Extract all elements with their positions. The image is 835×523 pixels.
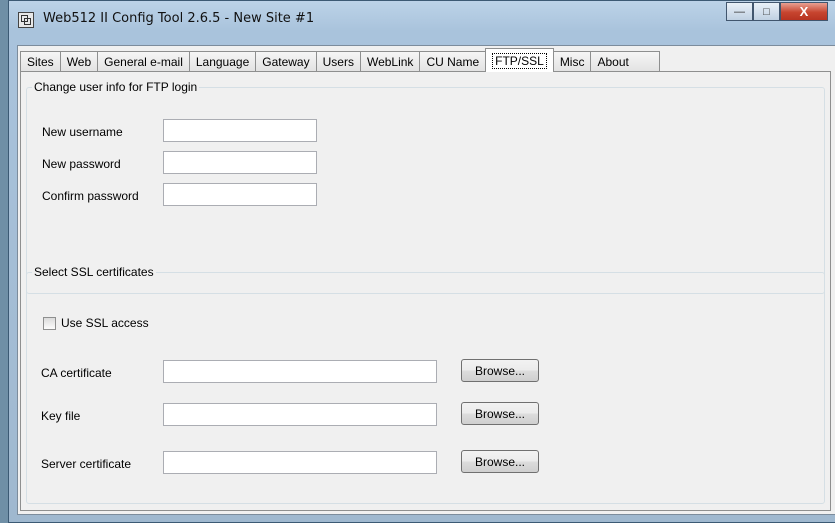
server-certificate-label: Server certificate	[41, 457, 132, 471]
tab-misc[interactable]: Misc	[552, 51, 592, 72]
tab-about[interactable]: About	[590, 51, 660, 72]
client-area: Sites Web General e-mail Language Gatewa…	[17, 45, 835, 515]
app-icon[interactable]	[18, 12, 34, 28]
tab-users[interactable]: Users	[315, 51, 361, 72]
ca-certificate-field[interactable]	[163, 360, 437, 383]
ftp-group-legend: Change user info for FTP login	[32, 80, 200, 94]
key-browse-button[interactable]: Browse...	[461, 402, 539, 425]
tab-cu-name[interactable]: CU Name	[419, 51, 487, 72]
maximize-button[interactable]: □	[753, 2, 780, 21]
tab-weblink[interactable]: WebLink	[359, 51, 421, 72]
username-field[interactable]	[163, 119, 317, 142]
key-file-label: Key file	[41, 409, 81, 423]
password-field[interactable]	[163, 151, 317, 174]
tab-gateway[interactable]: Gateway	[255, 51, 317, 72]
app-window: Web512 II Config Tool 2.6.5 - New Site #…	[8, 0, 835, 523]
confirm-password-field[interactable]	[163, 183, 317, 206]
password-label: New password	[42, 157, 121, 171]
server-certificate-field[interactable]	[163, 451, 437, 474]
tab-language[interactable]: Language	[188, 51, 257, 72]
tab-sites[interactable]: Sites	[20, 51, 61, 72]
close-button[interactable]: X	[780, 2, 828, 21]
ftp-login-group: Change user info for FTP login	[26, 80, 825, 294]
tab-ftp-ssl[interactable]: FTP/SSL	[485, 48, 554, 72]
minimize-button[interactable]: —	[726, 2, 753, 21]
title-bar[interactable]: Web512 II Config Tool 2.6.5 - New Site #…	[9, 1, 835, 45]
use-ssl-label: Use SSL access	[61, 316, 149, 330]
ftp-ssl-page: Change user info for FTP login New usern…	[20, 71, 831, 511]
tab-general-email[interactable]: General e-mail	[97, 51, 190, 72]
use-ssl-checkbox[interactable]	[43, 317, 56, 330]
ca-browse-button[interactable]: Browse...	[461, 359, 539, 382]
window-title: Web512 II Config Tool 2.6.5 - New Site #…	[43, 11, 315, 26]
ca-certificate-label: CA certificate	[41, 366, 112, 380]
ssl-group-legend: Select SSL certificates	[32, 265, 156, 279]
username-label: New username	[42, 125, 123, 139]
tab-strip: Sites Web General e-mail Language Gatewa…	[20, 48, 660, 72]
server-browse-button[interactable]: Browse...	[461, 450, 539, 473]
caption-buttons: — □ X	[726, 2, 828, 21]
confirm-password-label: Confirm password	[42, 189, 139, 203]
tab-web[interactable]: Web	[59, 51, 99, 72]
key-file-field[interactable]	[163, 403, 437, 426]
